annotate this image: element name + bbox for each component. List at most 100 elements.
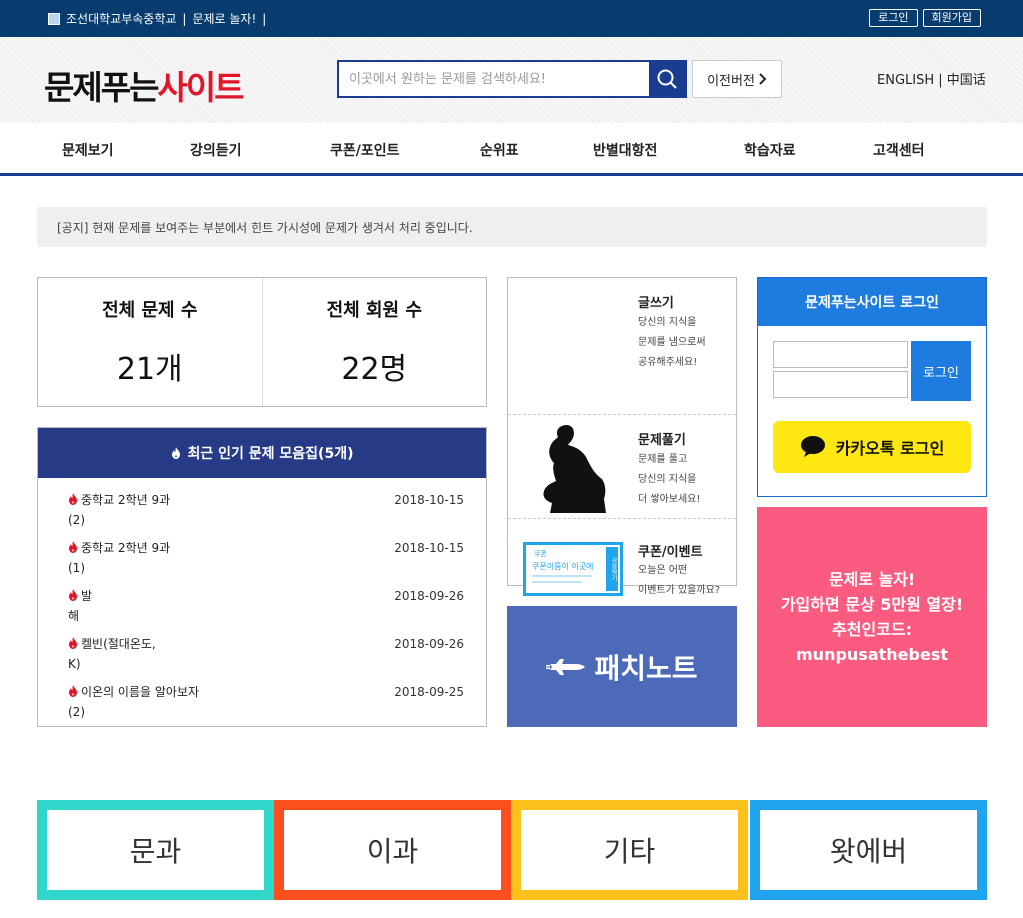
card-coupon-desc: 오늘은 어떤 이벤트가 있을까요? <box>638 561 720 601</box>
popular-item[interactable]: 중학교 2학년 9과 (1) 2018-10-15 <box>68 538 464 586</box>
card-coupon-title: 쿠폰/이벤트 <box>638 545 703 560</box>
popular-item-title: 중학교 2학년 9과 <box>81 493 171 507</box>
card-coupon-line: 오늘은 어떤 <box>638 565 688 576</box>
popular-header: 최근 인기 문제 모음집(5개) <box>38 428 486 478</box>
fire-icon <box>69 541 77 553</box>
stat-problems: 전체 문제 수 21개 <box>38 278 262 406</box>
stat-members-label: 전체 회원 수 <box>326 300 422 321</box>
popular-item-date: 2018-10-15 <box>394 493 464 507</box>
category-label: 기타 <box>521 810 738 890</box>
popular-item[interactable]: 발해 2018-09-26 <box>68 586 464 634</box>
search-input[interactable] <box>339 62 649 96</box>
tagline: 문제로 놀자! <box>192 12 257 26</box>
fire-icon <box>171 447 180 459</box>
popular-item-title: 켈빈(절대온도, <box>81 637 156 651</box>
top-signup-button[interactable]: 회원가입 <box>922 9 981 27</box>
popular-problems: 최근 인기 문제 모음집(5개) 중학교 2학년 9과 (2) 2018-10-1… <box>37 427 487 727</box>
nav-item-class-battle[interactable]: 반별대항전 <box>593 140 657 160</box>
fire-icon <box>69 637 77 649</box>
login-title: 문제푸는사이트 로그인 <box>758 278 986 326</box>
logo-part1: 문제푸는 <box>44 68 159 107</box>
patch-notes-label: 패치노트 <box>594 651 698 685</box>
coupon-line <box>532 575 592 577</box>
card-write-title: 글쓰기 <box>638 296 674 311</box>
old-version-label: 이전버전 <box>707 73 755 89</box>
school-info: 조선대학교부속중학교 | 문제로 놀자! | <box>48 10 266 27</box>
login-box: 문제푸는사이트 로그인 로그인 카카오톡 로그인 <box>757 277 987 497</box>
stat-members: 전체 회원 수 22명 <box>261 278 487 406</box>
fire-icon <box>69 589 77 601</box>
stat-members-value: 22명 <box>341 352 408 387</box>
promo-line: 문제로 놀자! <box>828 570 916 589</box>
card-solve-line: 더 쌓아보세요! <box>638 494 701 505</box>
shuttle-icon <box>546 658 586 675</box>
card-coupon-line: 이벤트가 있을까요? <box>638 585 721 596</box>
popular-item-title-cont: 해 <box>68 609 80 623</box>
category-label: 이과 <box>284 810 501 890</box>
promo-line: 추천인코드: <box>832 620 912 639</box>
separator: | <box>182 11 187 26</box>
promo-code: munpusathebest <box>796 645 948 664</box>
lang-english[interactable]: ENGLISH <box>877 73 934 88</box>
card-solve[interactable]: 문제풀기 문제를 풀고 당신의 지식을 더 쌓아보세요! <box>508 414 736 518</box>
card-coupon[interactable]: 쿠폰 쿠폰이름이 이곳에 사용하기 쿠폰/이벤트 오늘은 어떤 이벤트가 있을까… <box>508 518 736 596</box>
search-button[interactable] <box>649 62 685 96</box>
card-write-desc: 당신의 지식을 문제를 냄으로써 공유해주세요! <box>638 313 706 373</box>
card-write-line: 공유해주세요! <box>638 357 698 368</box>
fire-icon <box>69 685 77 697</box>
school-name[interactable]: 조선대학교부속중학교 <box>66 10 176 27</box>
main-nav: 문제보기 강의듣기 쿠폰/포인트 순위표 반별대항전 학습자료 고객센터 <box>0 123 1023 176</box>
nav-item-lectures[interactable]: 강의듣기 <box>190 140 242 160</box>
nav-item-problems[interactable]: 문제보기 <box>62 140 114 160</box>
popular-item-title-cont: (1) <box>68 561 85 575</box>
stat-problems-label: 전체 문제 수 <box>102 300 198 321</box>
popular-item-date: 2018-09-25 <box>394 685 464 699</box>
card-solve-line: 당신의 지식을 <box>638 474 697 485</box>
login-id-input[interactable] <box>773 341 908 368</box>
coupon-name: 쿠폰이름이 이곳에 <box>532 562 594 571</box>
popular-item[interactable]: 중학교 2학년 9과 (2) 2018-10-15 <box>68 490 464 538</box>
login-password-input[interactable] <box>773 371 908 398</box>
card-solve-title: 문제풀기 <box>638 433 686 448</box>
nav-item-coupon-point[interactable]: 쿠폰/포인트 <box>330 140 400 160</box>
thinker-statue-icon <box>543 425 606 513</box>
category-science[interactable]: 이과 <box>274 800 511 900</box>
logo-part2: 사이트 <box>157 68 244 107</box>
nav-item-materials[interactable]: 학습자료 <box>744 140 796 160</box>
promo-banner[interactable]: 문제로 놀자! 가입하면 문상 5만원 열장! 추천인코드: munpusath… <box>757 507 987 727</box>
promo-line: 가입하면 문상 5만원 열장! <box>780 595 964 614</box>
card-solve-line: 문제를 풀고 <box>638 454 688 465</box>
category-etc[interactable]: 기타 <box>511 800 748 900</box>
lang-separator: | <box>938 73 943 88</box>
login-button[interactable]: 로그인 <box>911 341 971 401</box>
category-liberal-arts[interactable]: 문과 <box>37 800 274 900</box>
kakao-login-button[interactable]: 카카오톡 로그인 <box>773 421 971 473</box>
notice-bar[interactable]: [공지] 현재 문제를 보여주는 부분에서 힌트 가시성에 문제가 생겨서 처리… <box>37 207 987 247</box>
category-label: 왓에버 <box>760 810 977 890</box>
coupon-side: 사용하기 <box>606 547 618 591</box>
coupon-line <box>532 581 582 583</box>
top-login-button[interactable]: 로그인 <box>869 9 918 27</box>
popular-item[interactable]: 켈빈(절대온도, K) 2018-09-26 <box>68 634 464 682</box>
popular-item-date: 2018-09-26 <box>394 637 464 651</box>
card-write[interactable]: 글쓰기 당신의 지식을 문제를 냄으로써 공유해주세요! <box>508 278 736 414</box>
search-icon <box>657 69 677 89</box>
language-switcher: ENGLISH | 中国话 <box>877 69 986 88</box>
card-solve-desc: 문제를 풀고 당신의 지식을 더 쌓아보세요! <box>638 450 700 510</box>
nav-item-support[interactable]: 고객센터 <box>873 140 925 160</box>
lang-chinese[interactable]: 中国话 <box>947 73 986 88</box>
patch-notes-button[interactable]: 패치노트 <box>507 606 737 727</box>
fire-icon <box>69 493 77 505</box>
coupon-tag: 쿠폰 <box>534 550 547 558</box>
popular-item-title-cont: (2) <box>68 513 85 527</box>
coupon-image: 쿠폰 쿠폰이름이 이곳에 사용하기 <box>523 542 623 596</box>
card-write-line: 문제를 냄으로써 <box>638 337 706 348</box>
card-write-line: 당신의 지식을 <box>638 317 697 328</box>
nav-item-ranking[interactable]: 순위표 <box>480 140 519 160</box>
popular-item[interactable]: 이온의 이름을 알아보자 (2) 2018-09-25 <box>68 682 464 730</box>
site-logo[interactable]: 문제푸는사이트 <box>44 61 245 109</box>
kakao-login-label: 카카오톡 로그인 <box>835 439 945 458</box>
old-version-button[interactable]: 이전버전 <box>692 60 782 98</box>
category-whatever[interactable]: 왓에버 <box>750 800 987 900</box>
kakao-chat-icon <box>800 436 825 457</box>
